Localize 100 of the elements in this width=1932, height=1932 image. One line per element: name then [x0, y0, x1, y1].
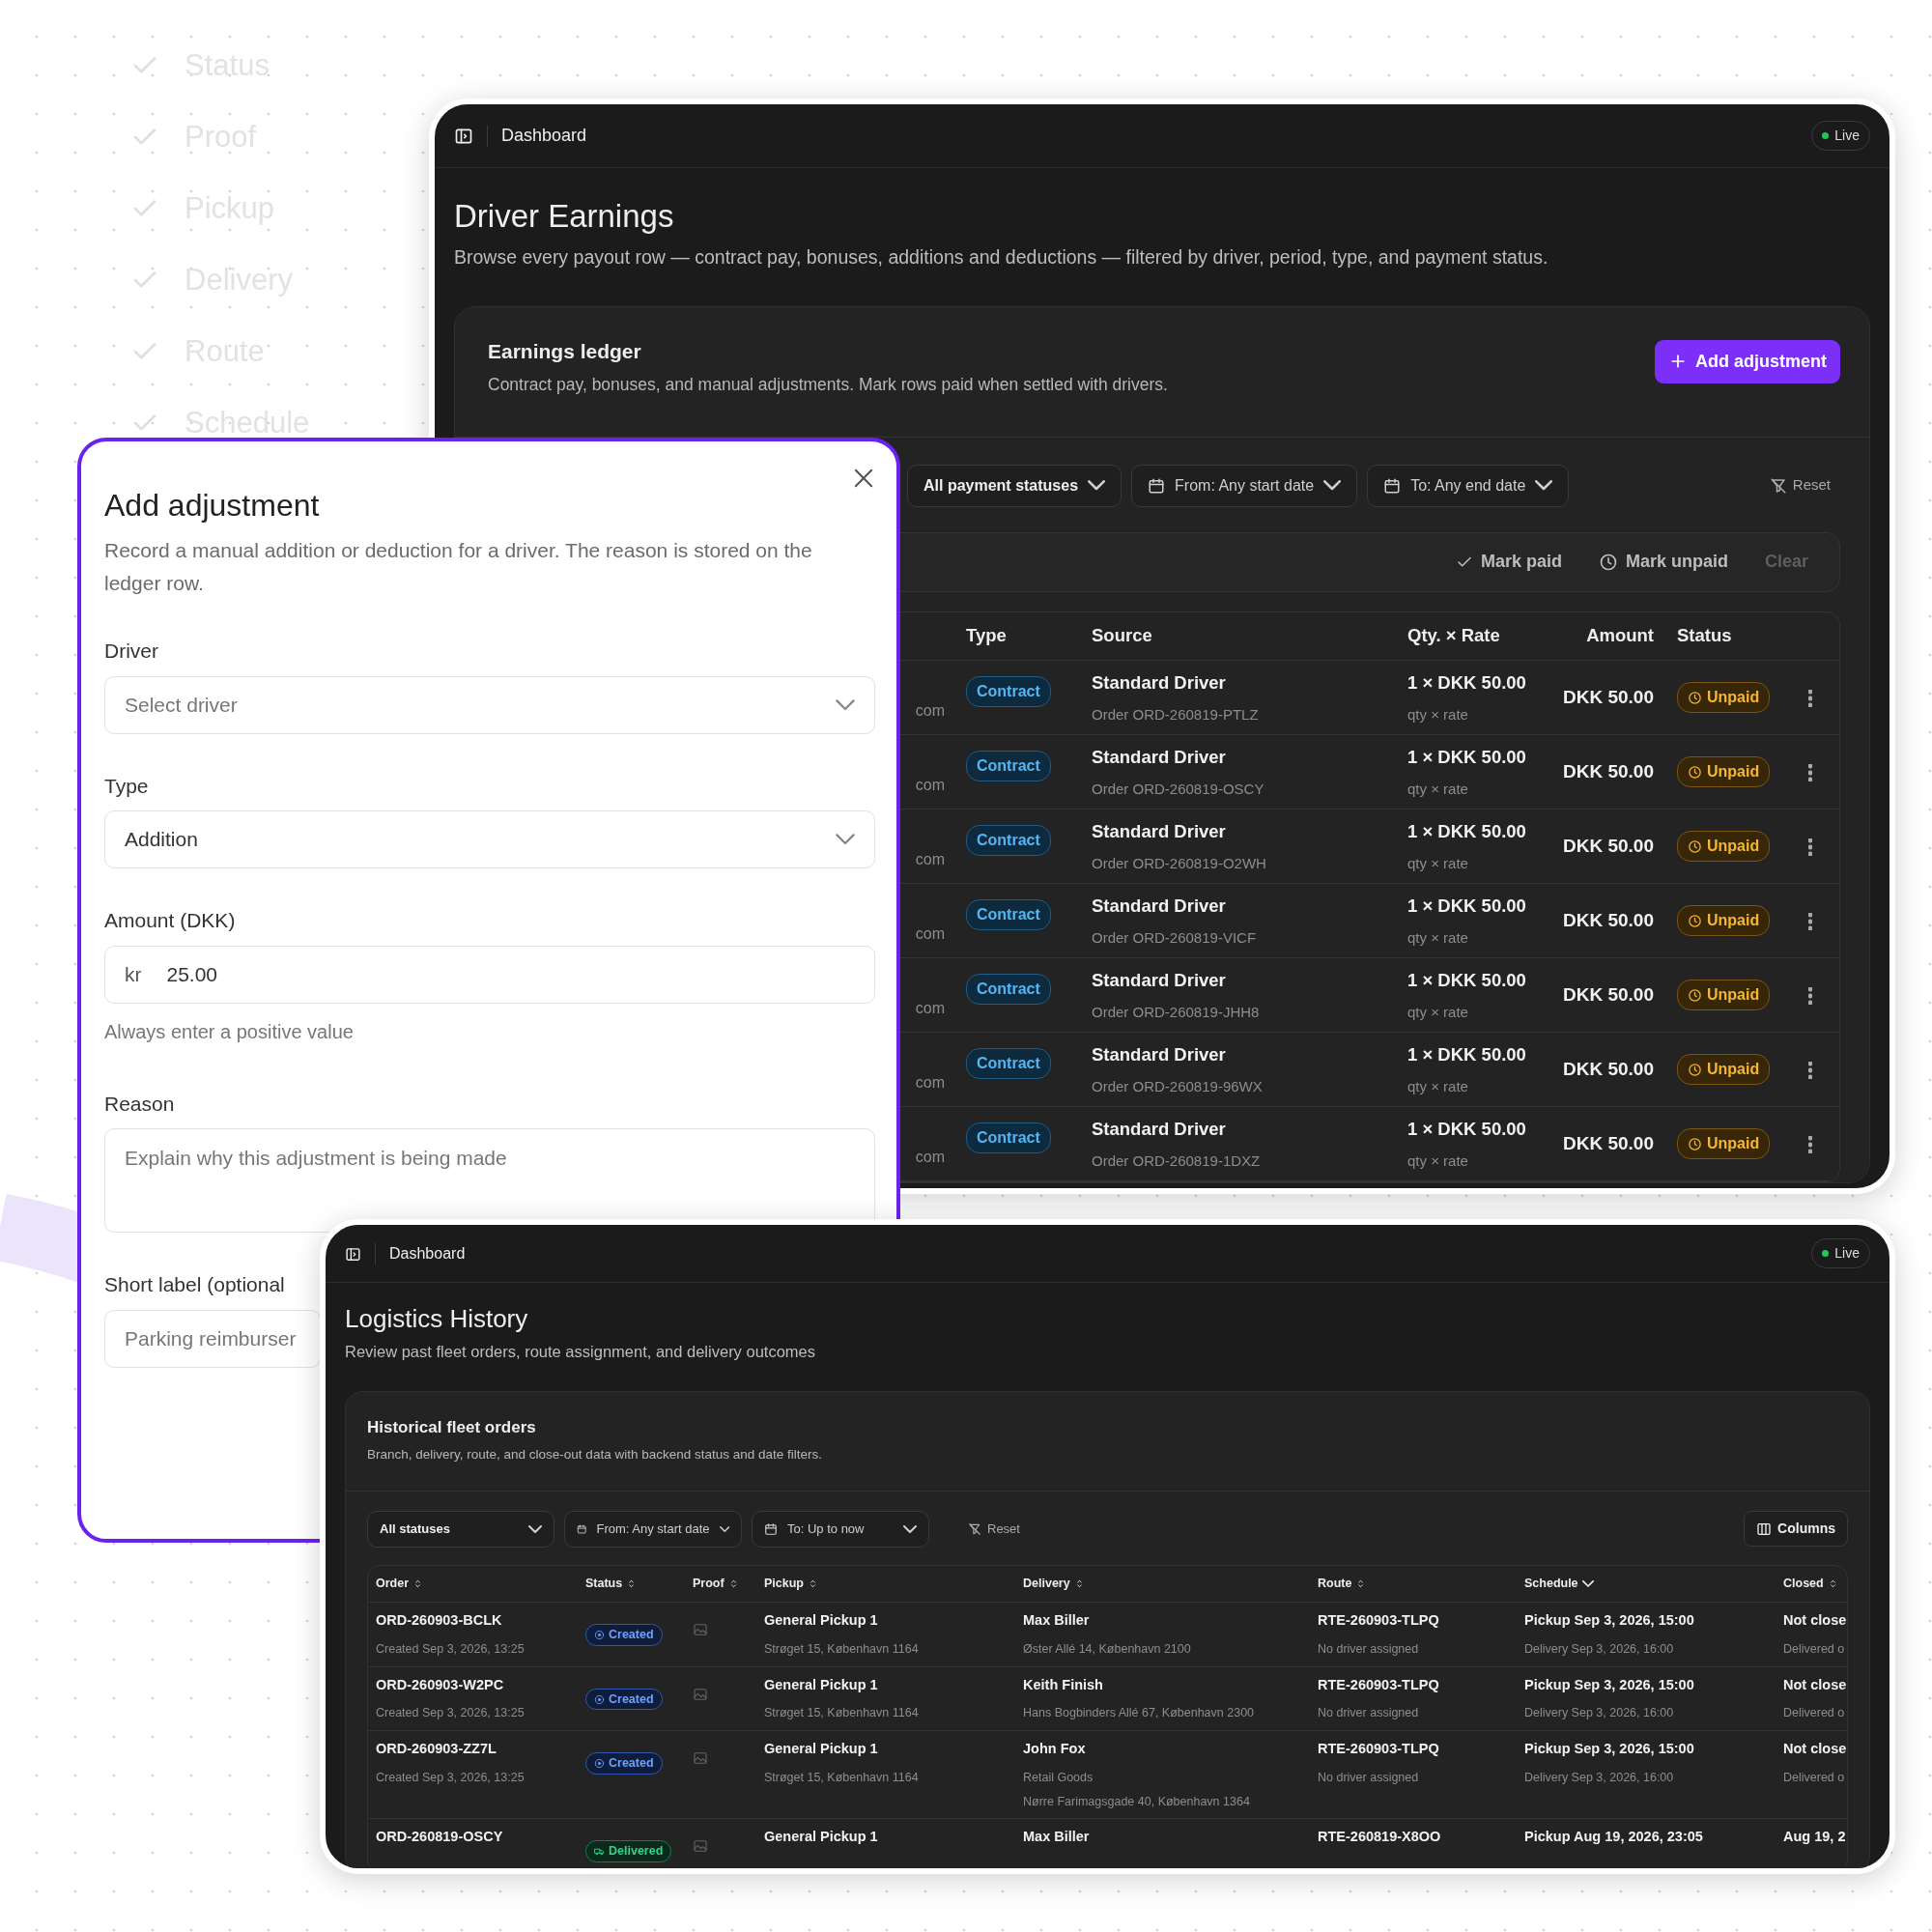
clock-icon — [1688, 913, 1702, 928]
pickup-address: Strøget 15, København 1164 — [764, 1705, 920, 1722]
bulk-action-button[interactable]: Mark unpaid — [1592, 548, 1734, 577]
amount: DKK 50.00 — [1563, 957, 1663, 1033]
chevron-down-icon — [719, 1524, 729, 1533]
status-dot — [1822, 132, 1830, 139]
order-reference: Order ORD-260819-96WX — [1092, 1076, 1264, 1096]
column-header[interactable]: Order — [368, 1565, 578, 1603]
chevron-down-icon — [1535, 480, 1553, 491]
select-field[interactable]: Addition — [104, 810, 875, 869]
page-title: Driver Earnings — [454, 197, 675, 236]
type-badge: Contract — [966, 676, 1051, 708]
route-id: RTE-260903-TLPQ — [1318, 1611, 1440, 1631]
page-subtitle: Review past fleet orders, route assignment, and delivery outcomes — [345, 1342, 816, 1363]
pickup-name: General Pickup 1 — [764, 1740, 879, 1759]
column-header[interactable]: Schedule — [1517, 1565, 1776, 1603]
card-title: Historical fleet orders — [367, 1416, 537, 1438]
chevron-down-icon — [836, 834, 855, 845]
column-header[interactable]: Closed — [1776, 1565, 1847, 1603]
status-filter[interactable]: All payment statuses — [907, 464, 1122, 507]
order-id: ORD-260903-ZZ7L — [376, 1740, 497, 1759]
pickup-name: General Pickup 1 — [764, 1611, 879, 1631]
amount: DKK 50.00 — [1563, 883, 1663, 958]
date-filter[interactable]: To: Any end date — [1367, 464, 1570, 507]
delivery-schedule: Delivery Sep 3, 2026, 16:00 — [1524, 1640, 1675, 1658]
amount-field[interactable]: kr 25.00 — [104, 945, 875, 1004]
column-header[interactable]: Pickup — [756, 1565, 1015, 1603]
more-icon — [1808, 1061, 1812, 1079]
bulk-action-button[interactable]: Mark paid — [1449, 548, 1568, 577]
page-subtitle: Browse every payout row — contract pay, bonuses, additions and deductions — filtered by driver, period, type, and payment status. — [454, 244, 1549, 270]
order-id: ORD-260819-OSCY — [376, 1828, 504, 1847]
quantity-rate: 1 × DKK 50.00 — [1407, 968, 1527, 992]
column-header: Amount — [1563, 611, 1663, 661]
source-name: Standard Driver — [1092, 819, 1227, 843]
column-header[interactable]: Status — [578, 1565, 685, 1603]
source-name: Standard Driver — [1092, 670, 1227, 695]
closed-status: Not close — [1783, 1740, 1847, 1759]
clock-icon — [1688, 1136, 1702, 1151]
reset-button[interactable]: Reset — [962, 1518, 1026, 1540]
status-badge: Unpaid — [1677, 905, 1771, 937]
type-badge: Contract — [966, 825, 1051, 857]
route-id: RTE-260903-TLPQ — [1318, 1740, 1440, 1759]
pickup-address: Strøget 15, København 1164 — [764, 1769, 920, 1786]
breadcrumb-title[interactable]: Dashboard — [501, 123, 587, 149]
more-icon — [1808, 763, 1812, 781]
pickup-name: General Pickup 1 — [764, 1675, 879, 1694]
live-label: Live — [1834, 1244, 1860, 1263]
column-header: Qty. × Rate — [1394, 611, 1563, 661]
pickup-schedule: Pickup Aug 19, 2026, 23:05 — [1524, 1828, 1704, 1847]
quantity-note: qty × rate — [1407, 704, 1469, 724]
source-name: Standard Driver — [1092, 1117, 1227, 1141]
delivery-schedule: Delivery Sep 3, 2026, 16:00 — [1524, 1705, 1675, 1722]
image-icon — [693, 1838, 708, 1855]
date-filter[interactable]: To: Up to now — [752, 1510, 929, 1548]
status-badge: Unpaid — [1677, 682, 1771, 714]
quantity-rate: 1 × DKK 50.00 — [1407, 894, 1527, 918]
status-filter[interactable]: All statuses — [367, 1510, 554, 1548]
card-subtitle: Contract pay, bonuses, and manual adjustments. Mark rows paid when settled with drivers. — [488, 374, 1168, 397]
quantity-note: qty × rate — [1407, 853, 1469, 873]
column-header: Source — [1078, 611, 1394, 661]
clock-icon — [1598, 552, 1618, 572]
quantity-rate: 1 × DKK 50.00 — [1407, 745, 1527, 769]
quantity-note: qty × rate — [1407, 1151, 1469, 1171]
order-reference: Order ORD-260819-PTLZ — [1092, 704, 1260, 724]
columns-button[interactable]: Columns — [1744, 1511, 1848, 1548]
field-hint: Always enter a positive value — [104, 1019, 355, 1044]
date-filter[interactable]: From: Any start date — [564, 1510, 742, 1548]
add-adjustment-button[interactable]: Add adjustment — [1655, 339, 1840, 384]
select-field[interactable]: Select driver — [104, 675, 875, 734]
clock-icon — [1688, 987, 1702, 1003]
delivery-detail: Hans Bogbinders Allé 67, København 2300 — [1023, 1705, 1256, 1722]
status-badge: Unpaid — [1677, 1128, 1771, 1160]
column-header[interactable]: Delivery — [1015, 1565, 1310, 1603]
pickup-schedule: Pickup Sep 3, 2026, 15:00 — [1524, 1740, 1695, 1759]
reset-button[interactable]: Reset — [1763, 473, 1836, 497]
closed-status: Not close — [1783, 1675, 1847, 1694]
status-icon — [594, 1758, 605, 1770]
quantity-note: qty × rate — [1407, 927, 1469, 948]
order-reference: Order ORD-260819-JHH8 — [1092, 1002, 1261, 1022]
source-name: Standard Driver — [1092, 1042, 1227, 1066]
breadcrumb-title[interactable]: Dashboard — [389, 1241, 466, 1265]
column-header[interactable]: Proof — [685, 1565, 756, 1603]
chevron-down-icon — [1088, 480, 1106, 491]
source-name: Standard Driver — [1092, 745, 1227, 769]
chevron-down-icon — [1581, 1580, 1594, 1587]
column-header[interactable]: Route — [1310, 1565, 1517, 1603]
amount: DKK 50.00 — [1563, 734, 1663, 810]
delivery-name: Keith Finish — [1023, 1675, 1104, 1694]
quantity-rate: 1 × DKK 50.00 — [1407, 670, 1527, 695]
sidebar-icon — [454, 127, 473, 147]
delivery-schedule: Delivery Sep 3, 2026, 16:00 — [1524, 1769, 1675, 1786]
date-filter[interactable]: From: Any start date — [1131, 464, 1358, 507]
field-label: Short label (optional — [104, 1272, 286, 1298]
type-badge: Contract — [966, 751, 1051, 782]
dialog-description: Record a manual addition or deduction for a driver. The reason is stored on the ledger row. — [104, 538, 813, 596]
pickup-name: General Pickup 1 — [764, 1828, 879, 1847]
amount: DKK 50.00 — [1563, 809, 1663, 884]
closed-note: Delivered o — [1783, 1705, 1846, 1722]
order-id: ORD-260903-W2PC — [376, 1675, 505, 1694]
filter-off-icon — [1769, 476, 1787, 495]
